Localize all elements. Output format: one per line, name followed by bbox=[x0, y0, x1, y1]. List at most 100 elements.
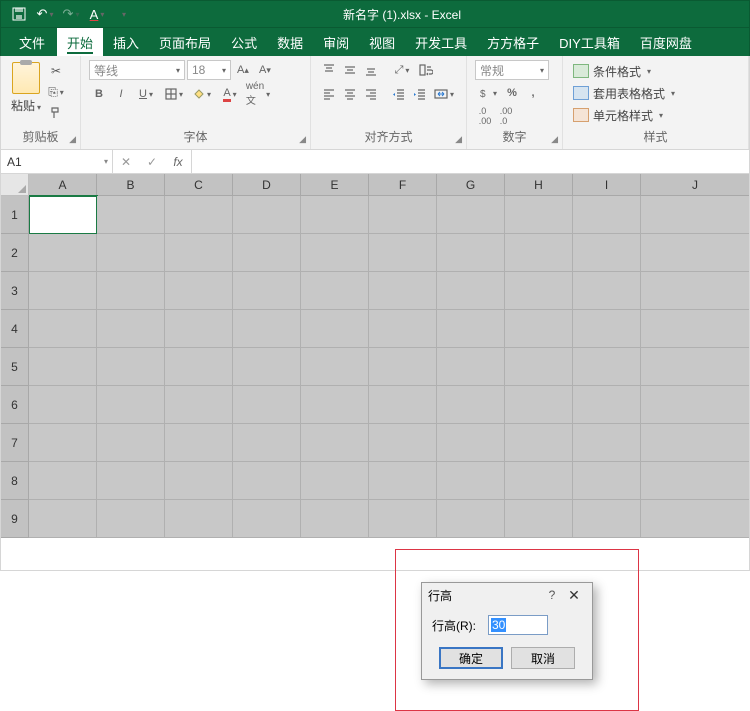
cell[interactable] bbox=[369, 348, 437, 386]
cell[interactable] bbox=[301, 348, 369, 386]
accounting-format-button[interactable]: $▾ bbox=[475, 83, 501, 103]
column-header[interactable]: E bbox=[301, 174, 369, 196]
cell[interactable] bbox=[437, 196, 505, 234]
cut-button[interactable]: ✂ bbox=[46, 62, 66, 80]
number-launcher[interactable]: ◢ bbox=[551, 134, 558, 145]
cell[interactable] bbox=[369, 500, 437, 538]
wrap-text-button[interactable] bbox=[416, 60, 436, 80]
cell[interactable] bbox=[573, 500, 641, 538]
decrease-font-button[interactable]: A▾ bbox=[255, 60, 275, 80]
cell[interactable] bbox=[505, 310, 573, 348]
column-header[interactable]: D bbox=[233, 174, 301, 196]
cell[interactable] bbox=[573, 310, 641, 348]
row-height-input[interactable]: 30 bbox=[488, 615, 548, 635]
merge-button[interactable]: ▾ bbox=[431, 84, 457, 104]
cell[interactable] bbox=[369, 462, 437, 500]
tab-home[interactable]: 开始 bbox=[57, 28, 103, 56]
cell[interactable] bbox=[29, 348, 97, 386]
cancel-formula-button[interactable]: ✕ bbox=[113, 155, 139, 169]
undo-button[interactable]: ↶▾ bbox=[33, 3, 57, 25]
cell[interactable] bbox=[369, 310, 437, 348]
cell[interactable] bbox=[29, 424, 97, 462]
align-bottom-button[interactable] bbox=[361, 60, 381, 80]
formula-input[interactable] bbox=[192, 150, 749, 173]
cell[interactable] bbox=[573, 272, 641, 310]
font-color-button[interactable]: A▾ bbox=[217, 84, 243, 104]
cancel-button[interactable]: 取消 bbox=[511, 647, 575, 669]
cell[interactable] bbox=[97, 234, 165, 272]
cell[interactable] bbox=[437, 310, 505, 348]
cell[interactable] bbox=[165, 500, 233, 538]
cell[interactable] bbox=[97, 386, 165, 424]
cell[interactable] bbox=[165, 196, 233, 234]
tab-fangfang[interactable]: 方方格子 bbox=[477, 28, 549, 56]
cell[interactable] bbox=[233, 424, 301, 462]
font-size-combo[interactable]: 18▾ bbox=[187, 60, 231, 80]
cell[interactable] bbox=[641, 234, 749, 272]
cell[interactable] bbox=[641, 500, 749, 538]
column-header[interactable]: C bbox=[165, 174, 233, 196]
cell[interactable] bbox=[573, 424, 641, 462]
column-header[interactable]: F bbox=[369, 174, 437, 196]
cell[interactable] bbox=[301, 386, 369, 424]
row-header[interactable]: 5 bbox=[1, 348, 29, 386]
tab-data[interactable]: 数据 bbox=[267, 28, 313, 56]
cell[interactable] bbox=[97, 310, 165, 348]
column-header[interactable]: H bbox=[505, 174, 573, 196]
align-center-button[interactable] bbox=[340, 84, 360, 104]
cell[interactable] bbox=[233, 462, 301, 500]
font-launcher[interactable]: ◢ bbox=[299, 134, 306, 145]
bold-button[interactable]: B bbox=[89, 84, 109, 104]
cell[interactable] bbox=[437, 386, 505, 424]
cell[interactable] bbox=[165, 234, 233, 272]
cell[interactable] bbox=[437, 348, 505, 386]
comma-button[interactable]: , bbox=[523, 83, 543, 103]
cell[interactable] bbox=[641, 462, 749, 500]
cell[interactable] bbox=[369, 272, 437, 310]
cell[interactable] bbox=[437, 272, 505, 310]
decrease-decimal-button[interactable]: .00.0 bbox=[496, 106, 516, 126]
cell[interactable] bbox=[301, 500, 369, 538]
row-header[interactable]: 1 bbox=[1, 196, 29, 234]
row-header[interactable]: 3 bbox=[1, 272, 29, 310]
dialog-close-button[interactable]: ✕ bbox=[562, 587, 586, 604]
cell[interactable] bbox=[29, 500, 97, 538]
cell[interactable] bbox=[165, 348, 233, 386]
tab-file[interactable]: 文件 bbox=[9, 28, 55, 56]
percent-button[interactable]: % bbox=[502, 83, 522, 103]
align-top-button[interactable] bbox=[319, 60, 339, 80]
cell[interactable] bbox=[573, 196, 641, 234]
row-header[interactable]: 9 bbox=[1, 500, 29, 538]
cell[interactable] bbox=[369, 234, 437, 272]
tab-developer[interactable]: 开发工具 bbox=[405, 28, 477, 56]
align-middle-button[interactable] bbox=[340, 60, 360, 80]
select-all-button[interactable] bbox=[1, 174, 29, 196]
cell[interactable] bbox=[505, 348, 573, 386]
name-box[interactable]: A1▾ bbox=[1, 150, 113, 173]
decrease-indent-button[interactable] bbox=[389, 84, 409, 104]
cell[interactable] bbox=[29, 234, 97, 272]
format-painter-button[interactable] bbox=[46, 104, 66, 122]
cell[interactable] bbox=[641, 272, 749, 310]
tab-pagelayout[interactable]: 页面布局 bbox=[149, 28, 221, 56]
cell[interactable] bbox=[97, 196, 165, 234]
save-button[interactable] bbox=[7, 3, 31, 25]
clipboard-launcher[interactable]: ◢ bbox=[69, 134, 76, 145]
cell[interactable] bbox=[165, 462, 233, 500]
orientation-button[interactable]: ⤢▾ bbox=[389, 60, 415, 80]
tab-diy[interactable]: DIY工具箱 bbox=[549, 28, 630, 56]
ok-button[interactable]: 确定 bbox=[439, 647, 503, 669]
cell[interactable] bbox=[97, 500, 165, 538]
tab-baidu[interactable]: 百度网盘 bbox=[630, 28, 702, 56]
redo-button[interactable]: ↷▾ bbox=[59, 3, 83, 25]
column-header[interactable]: I bbox=[573, 174, 641, 196]
cell[interactable] bbox=[573, 348, 641, 386]
cell[interactable] bbox=[233, 234, 301, 272]
italic-button[interactable]: I bbox=[111, 84, 131, 104]
cell[interactable] bbox=[301, 234, 369, 272]
align-left-button[interactable] bbox=[319, 84, 339, 104]
cell[interactable] bbox=[437, 462, 505, 500]
cell[interactable] bbox=[641, 196, 749, 234]
cell[interactable] bbox=[301, 196, 369, 234]
cell[interactable] bbox=[641, 310, 749, 348]
